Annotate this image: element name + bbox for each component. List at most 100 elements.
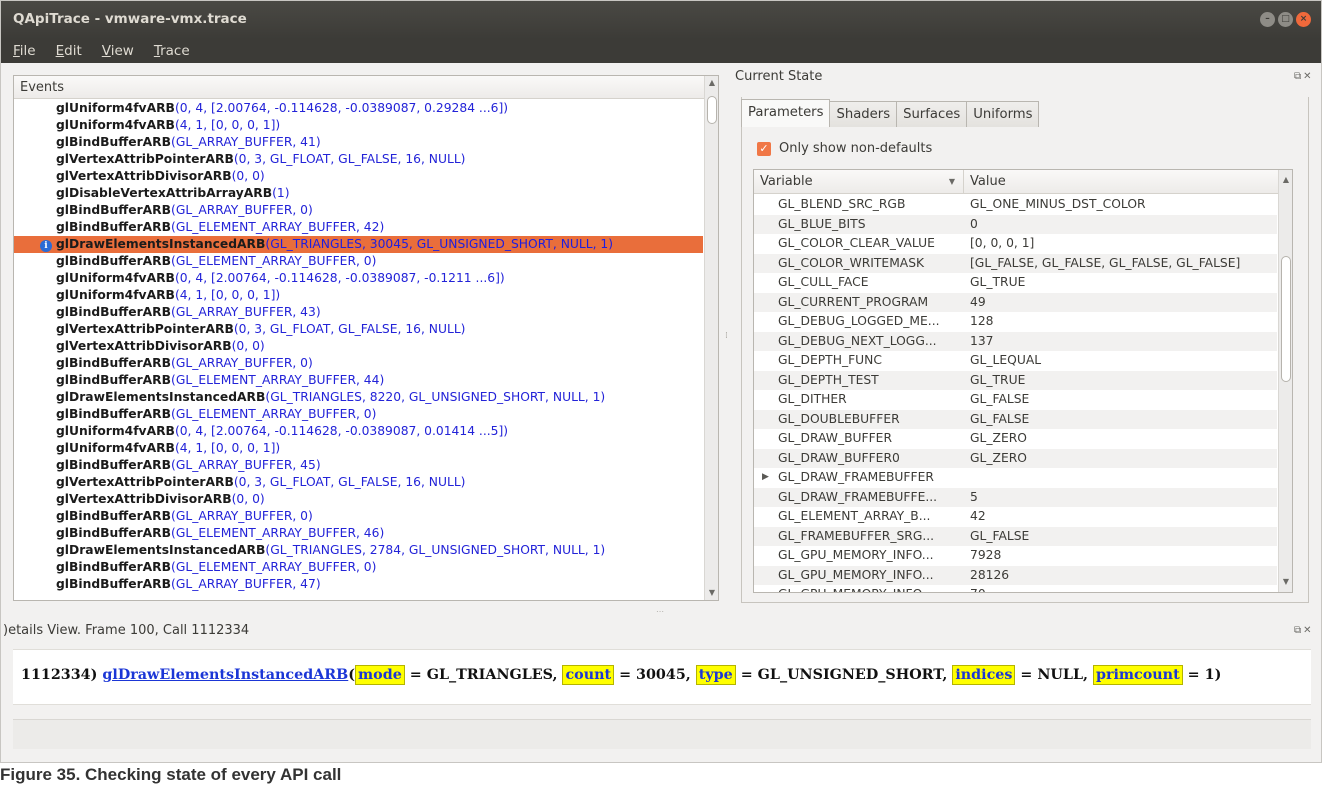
state-variable-name: GL_CURRENT_PROGRAM — [778, 294, 929, 309]
event-row[interactable]: glUniform4fvARB(4, 1, [0, 0, 0, 1]) — [14, 287, 703, 304]
state-row[interactable]: GL_DRAW_BUFFER0 GL_ZERO — [754, 448, 1277, 468]
event-arguments: (GL_ELEMENT_ARRAY_BUFFER, 0) — [171, 560, 377, 574]
menu-edit[interactable]: Edit — [46, 43, 92, 59]
event-row[interactable]: glBindBufferARB(GL_ELEMENT_ARRAY_BUFFER,… — [14, 253, 703, 270]
vertical-splitter-grip[interactable]: ⁞ — [725, 331, 728, 341]
state-row[interactable]: GL_DEPTH_TEST GL_TRUE — [754, 370, 1277, 390]
state-row[interactable]: GL_COLOR_CLEAR_VALUE [0, 0, 0, 1] — [754, 234, 1277, 254]
event-row[interactable]: glVertexAttribDivisorARB(0, 0) — [14, 491, 703, 508]
variable-column-header[interactable]: Variable ▼ — [754, 170, 964, 193]
state-row[interactable]: GL_CULL_FACE GL_TRUE — [754, 273, 1277, 293]
state-row[interactable]: GL_DEBUG_NEXT_LOGG... 137 — [754, 331, 1277, 351]
param-primcount[interactable]: primcount — [1092, 665, 1183, 685]
maximize-button[interactable]: □ — [1278, 12, 1293, 27]
state-row[interactable]: GL_DRAW_BUFFER GL_ZERO — [754, 429, 1277, 449]
call-params: mode = GL_TRIANGLES, count = 30045, type… — [355, 665, 1221, 685]
tab-shaders[interactable]: Shaders — [829, 101, 898, 127]
state-row[interactable]: GL_ELEMENT_ARRAY_B... 42 — [754, 507, 1277, 527]
event-row[interactable]: glBindBufferARB(GL_ELEMENT_ARRAY_BUFFER,… — [14, 406, 703, 423]
state-variable-name: GL_DRAW_BUFFER0 — [778, 450, 900, 465]
event-row[interactable]: glVertexAttribPointerARB(0, 3, GL_FLOAT,… — [14, 321, 703, 338]
event-row[interactable]: glBindBufferARB(GL_ELEMENT_ARRAY_BUFFER,… — [14, 219, 703, 236]
scroll-up-icon[interactable]: ▲ — [1280, 174, 1292, 186]
param-mode[interactable]: mode — [355, 665, 405, 685]
state-value: [0, 0, 0, 1] — [970, 236, 1035, 250]
event-row[interactable]: glBindBufferARB(GL_ARRAY_BUFFER, 0) — [14, 508, 703, 525]
event-row[interactable]: glBindBufferARB(GL_ARRAY_BUFFER, 0) — [14, 202, 703, 219]
event-row[interactable]: glDrawElementsInstancedARB(GL_TRIANGLES,… — [14, 389, 703, 406]
events-list[interactable]: glUniform4fvARB(0, 4, [2.00764, -0.11462… — [14, 100, 703, 600]
event-row[interactable]: glBindBufferARB(GL_ARRAY_BUFFER, 43) — [14, 304, 703, 321]
function-link[interactable]: glDrawElementsInstancedARB — [102, 667, 348, 683]
event-row[interactable]: glBindBufferARB(GL_ARRAY_BUFFER, 47) — [14, 576, 703, 593]
state-row[interactable]: GL_GPU_MEMORY_INFO... 70 — [754, 585, 1277, 592]
event-row[interactable]: glUniform4fvARB(0, 4, [2.00764, -0.11462… — [14, 100, 703, 117]
event-arguments: (0, 3, GL_FLOAT, GL_FALSE, 16, NULL) — [233, 322, 466, 336]
state-row[interactable]: GL_DEBUG_LOGGED_ME... 128 — [754, 312, 1277, 332]
event-row[interactable]: glBindBufferARB(GL_ARRAY_BUFFER, 0) — [14, 355, 703, 372]
state-variable-name: GL_COLOR_WRITEMASK — [778, 255, 925, 270]
events-scroll-thumb[interactable] — [707, 96, 717, 124]
event-row[interactable]: glDisableVertexAttribArrayARB(1) — [14, 185, 703, 202]
value-column-header[interactable]: Value — [964, 170, 1006, 193]
state-row[interactable]: GL_BLUE_BITS 0 — [754, 214, 1277, 234]
state-variable-name: GL_ELEMENT_ARRAY_B... — [778, 509, 931, 523]
state-row[interactable]: GL_DOUBLEBUFFER GL_FALSE — [754, 409, 1277, 429]
tab-parameters[interactable]: Parameters — [741, 99, 831, 127]
param-type[interactable]: type — [695, 665, 736, 685]
tab-surfaces[interactable]: Surfaces — [896, 101, 968, 127]
event-arguments: (GL_ARRAY_BUFFER, 47) — [171, 577, 321, 591]
event-row[interactable]: glBindBufferARB(GL_ELEMENT_ARRAY_BUFFER,… — [14, 559, 703, 576]
event-row[interactable]: glUniform4fvARB(4, 1, [0, 0, 0, 1]) — [14, 440, 703, 457]
event-row[interactable]: glVertexAttribDivisorARB(0, 0) — [14, 168, 703, 185]
event-row[interactable]: glBindBufferARB(GL_ARRAY_BUFFER, 41) — [14, 134, 703, 151]
param-count[interactable]: count — [562, 665, 615, 685]
event-row[interactable]: glBindBufferARB(GL_ARRAY_BUFFER, 45) — [14, 457, 703, 474]
state-variable-name: GL_BLEND_SRC_RGB — [778, 197, 906, 211]
event-row[interactable]: glVertexAttribPointerARB(0, 3, GL_FLOAT,… — [14, 151, 703, 168]
tab-uniforms[interactable]: Uniforms — [966, 101, 1040, 127]
state-row[interactable]: ▶ GL_DRAW_FRAMEBUFFER — [754, 468, 1277, 488]
scroll-down-icon[interactable]: ▼ — [706, 587, 718, 599]
close-button[interactable]: × — [1296, 12, 1311, 27]
event-row[interactable]: glUniform4fvARB(0, 4, [2.00764, -0.11462… — [14, 270, 703, 287]
event-arguments: (GL_ARRAY_BUFFER, 0) — [171, 203, 313, 217]
event-row[interactable]: glVertexAttribPointerARB(0, 3, GL_FLOAT,… — [14, 474, 703, 491]
event-row[interactable]: glVertexAttribDivisorARB(0, 0) — [14, 338, 703, 355]
menu-file[interactable]: File — [3, 43, 46, 59]
event-row[interactable]: glUniform4fvARB(0, 4, [2.00764, -0.11462… — [14, 423, 703, 440]
state-row[interactable]: GL_DEPTH_FUNC GL_LEQUAL — [754, 351, 1277, 371]
state-row[interactable]: GL_DITHER GL_FALSE — [754, 390, 1277, 410]
event-row[interactable]: glBindBufferARB(GL_ELEMENT_ARRAY_BUFFER,… — [14, 525, 703, 542]
parameters-scroll-thumb[interactable] — [1281, 256, 1291, 382]
scroll-up-icon[interactable]: ▲ — [706, 77, 718, 89]
non-defaults-checkbox[interactable]: ✓ — [757, 141, 771, 156]
state-variable: ▶ GL_DRAW_FRAMEBUFFER — [754, 468, 970, 488]
event-row[interactable]: glDrawElementsInstancedARB(GL_TRIANGLES,… — [14, 542, 703, 559]
event-arguments: (GL_ELEMENT_ARRAY_BUFFER, 42) — [171, 220, 385, 234]
param-indices[interactable]: indices — [952, 665, 1016, 685]
event-row-selected[interactable]: i glDrawElementsInstancedARB(GL_TRIANGLES… — [14, 236, 703, 253]
state-row[interactable]: GL_COLOR_WRITEMASK [GL_FALSE, GL_FALSE, G… — [754, 253, 1277, 273]
expand-arrow-icon[interactable]: ▶ — [762, 468, 769, 488]
event-row[interactable]: glUniform4fvARB(4, 1, [0, 0, 0, 1]) — [14, 117, 703, 134]
state-row[interactable]: GL_DRAW_FRAMEBUFFE... 5 — [754, 487, 1277, 507]
state-row[interactable]: GL_FRAMEBUFFER_SRG... GL_FALSE — [754, 526, 1277, 546]
non-defaults-checkbox-row[interactable]: ✓ Only show non-defaults — [757, 141, 932, 156]
state-row[interactable]: GL_BLEND_SRC_RGB GL_ONE_MINUS_DST_COLOR — [754, 195, 1277, 215]
menu-trace[interactable]: Trace — [144, 43, 200, 59]
menu-view[interactable]: View — [92, 43, 144, 59]
details-dock-buttons[interactable]: ⧉✕ — [1294, 625, 1314, 636]
event-row[interactable]: glBindBufferARB(GL_ELEMENT_ARRAY_BUFFER,… — [14, 372, 703, 389]
current-state-dock-buttons[interactable]: ⧉✕ — [1294, 71, 1314, 82]
scroll-down-icon[interactable]: ▼ — [1280, 576, 1292, 588]
minimize-button[interactable]: – — [1260, 12, 1275, 27]
title-bar[interactable]: QApiTrace - vmware-vmx.trace – □ × — [1, 1, 1321, 39]
state-row[interactable]: GL_GPU_MEMORY_INFO... 28126 — [754, 565, 1277, 585]
events-scrollbar[interactable]: ▲ ▼ — [704, 76, 718, 600]
horizontal-splitter-grip[interactable]: ⋯ — [656, 607, 664, 616]
state-row[interactable]: GL_CURRENT_PROGRAM 49 — [754, 292, 1277, 312]
parameters-scrollbar[interactable]: ▲ ▼ — [1278, 170, 1292, 592]
event-function-name: glDrawElementsInstancedARB — [56, 543, 266, 557]
state-row[interactable]: GL_GPU_MEMORY_INFO... 7928 — [754, 546, 1277, 566]
